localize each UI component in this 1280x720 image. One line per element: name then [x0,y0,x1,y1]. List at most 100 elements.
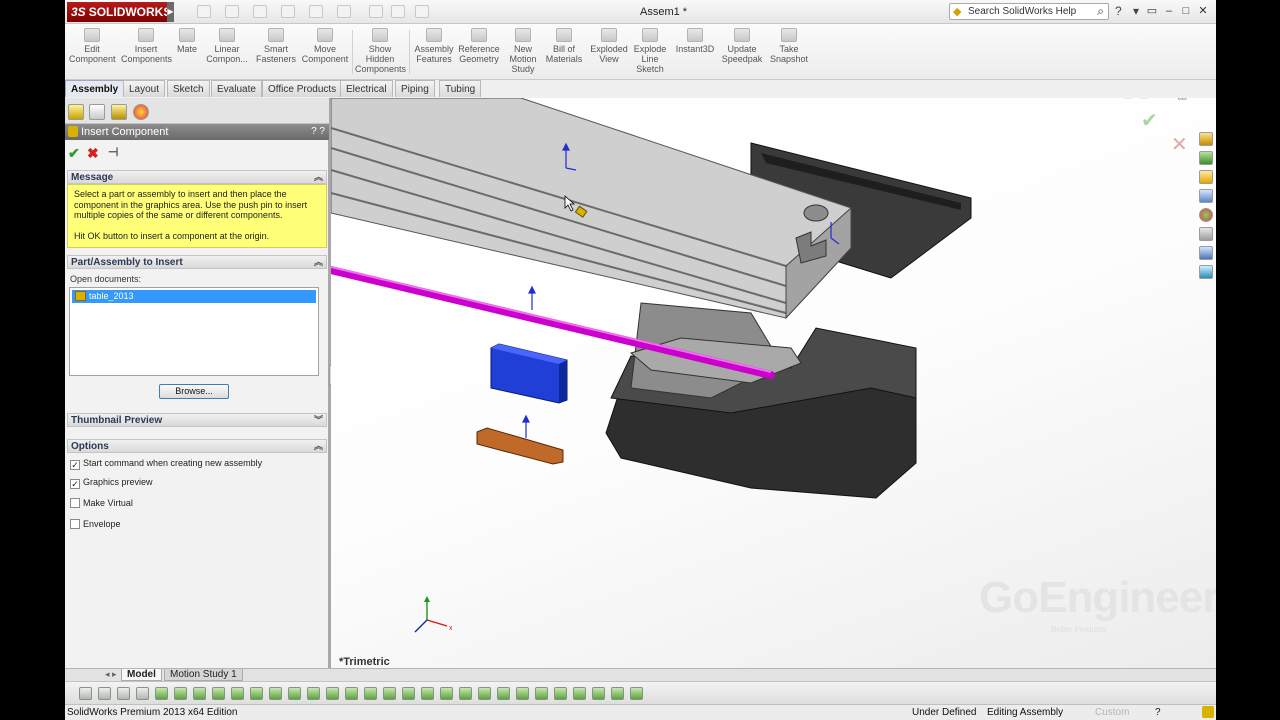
feature-manager-tab-icon[interactable] [68,104,84,120]
mate-button[interactable]: Mate [175,28,199,54]
ok-checkmark-icon[interactable]: ✔ [68,145,80,162]
part-assembly-group-header[interactable]: Part/Assembly to Insert ︽ [67,255,327,269]
bottom-tool-icon[interactable] [231,687,244,700]
help-search-input[interactable]: ◆ Search SolidWorks Help ⌕ [949,3,1109,20]
options-group-header[interactable]: Options ︽ [67,439,327,453]
update-speedpak-button[interactable]: Update Speedpak [721,28,763,64]
bottom-tool-icon[interactable] [269,687,282,700]
tab-piping[interactable]: Piping [395,80,435,97]
new-icon[interactable] [197,5,211,18]
bottom-tool-icon[interactable] [345,687,358,700]
dropdown-icon[interactable]: ▾ [1133,4,1139,18]
status-help-icon[interactable]: ? [1155,705,1161,720]
tab-layout[interactable]: Layout [123,80,166,97]
configuration-manager-tab-icon[interactable] [111,104,127,120]
tab-scroll-arrows-icon[interactable]: ◂ ▸ [105,669,117,680]
bottom-tool-icon[interactable] [630,687,643,700]
bottom-tool-icon[interactable] [193,687,206,700]
option-envelope[interactable]: Envelope [70,519,121,529]
bottom-tool-icon[interactable] [554,687,567,700]
bottom-tool-icon[interactable] [98,687,111,700]
minimize-doc-icon[interactable]: ▭ [1145,4,1159,18]
bottom-tool-icon[interactable] [117,687,130,700]
bottom-tool-icon[interactable] [288,687,301,700]
bottom-tool-icon[interactable] [79,687,92,700]
new-motion-study-button[interactable]: New Motion Study [507,28,539,74]
bottom-tool-icon[interactable] [307,687,320,700]
list-item[interactable]: table_2013 [72,290,316,303]
option-start-command[interactable]: ✓ Start command when creating new assembl… [70,458,262,470]
bottom-tool-icon[interactable] [364,687,377,700]
bottom-tool-icon[interactable] [440,687,453,700]
quick-tips-icon[interactable] [1202,706,1214,718]
maximize-button[interactable]: □ [1179,4,1193,18]
bottom-tool-icon[interactable] [421,687,434,700]
bottom-tool-icon[interactable] [611,687,624,700]
close-button[interactable]: ✕ [1196,4,1210,18]
exploded-view-button[interactable]: Exploded View [589,28,629,64]
edit-component-button[interactable]: Edit Component [69,28,116,64]
bottom-tool-icon[interactable] [212,687,225,700]
tab-sketch[interactable]: Sketch [167,80,210,97]
option-graphics-preview[interactable]: ✓ Graphics preview [70,477,153,489]
option-make-virtual[interactable]: Make Virtual [70,498,133,508]
tab-office-products[interactable]: Office Products [262,80,343,97]
print-icon[interactable] [281,5,295,18]
rebuild-icon[interactable] [369,5,383,18]
tab-model[interactable]: Model [121,669,162,681]
display-manager-tab-icon[interactable] [133,104,149,120]
assembly-features-button[interactable]: Assembly Features [413,28,455,64]
solidworks-logo[interactable]: 3S SOLIDWORKS [67,2,171,22]
help-icon[interactable]: ? [1115,4,1122,18]
push-pin-icon[interactable]: ⊣ [108,145,118,159]
bottom-tool-icon[interactable] [516,687,529,700]
bottom-tool-icon[interactable] [383,687,396,700]
tab-evaluate[interactable]: Evaluate [211,80,262,97]
bill-of-materials-button[interactable]: Bill of Materials [543,28,585,64]
minimize-button[interactable]: – [1162,4,1176,18]
message-line: component in the graphics area. Use the … [74,199,308,210]
tab-tubing[interactable]: Tubing [439,80,482,97]
tab-electrical[interactable]: Electrical [340,80,393,97]
undo-icon[interactable] [309,5,323,18]
save-icon[interactable] [253,5,267,18]
linear-pattern-button[interactable]: Linear Compon... [205,28,249,64]
property-manager-tab-icon[interactable] [89,104,105,120]
bottom-tool-icon[interactable] [402,687,415,700]
bottom-tool-icon[interactable] [573,687,586,700]
tab-motion-study[interactable]: Motion Study 1 [164,669,243,681]
pm-help-icon[interactable]: ? ? [311,124,325,140]
smart-fasteners-button[interactable]: Smart Fasteners [253,28,299,64]
insert-components-button[interactable]: Insert Components [121,28,172,64]
file-properties-icon[interactable] [391,5,405,18]
open-documents-list[interactable]: table_2013 [69,287,319,376]
bottom-tool-icon[interactable] [459,687,472,700]
message-group-header[interactable]: Message ︽ [67,170,327,184]
open-icon[interactable] [225,5,239,18]
search-icon[interactable]: ⌕ [1097,4,1104,19]
bottom-tool-icon[interactable] [535,687,548,700]
show-hidden-components-button[interactable]: Show Hidden Components [355,28,406,74]
take-snapshot-button[interactable]: Take Snapshot [767,28,811,64]
bottom-tool-icon[interactable] [497,687,510,700]
graphics-area[interactable]: ⊕ ⊞ ↶ ◫ ▣ ◧ ◍ ● ▲ ▤ ⊟ ⊞ ▭ ◱ ✕ ✔ ✕ [331,98,1216,668]
move-component-button[interactable]: Move Component [301,28,349,64]
select-icon[interactable] [337,5,351,18]
tab-assembly[interactable]: Assembly [65,80,125,97]
thumbnail-preview-group-header[interactable]: Thumbnail Preview ︾ [67,413,327,427]
bottom-tool-icon[interactable] [136,687,149,700]
menu-arrow-icon[interactable]: ▶ [167,2,174,22]
bottom-tool-icon[interactable] [478,687,491,700]
bottom-tool-icon[interactable] [155,687,168,700]
units-custom[interactable]: Custom [1095,705,1129,720]
cancel-x-icon[interactable]: ✖ [87,145,99,162]
options-icon[interactable] [415,5,429,18]
browse-button[interactable]: Browse... [159,384,229,399]
bottom-tool-icon[interactable] [174,687,187,700]
bottom-tool-icon[interactable] [326,687,339,700]
reference-geometry-button[interactable]: Reference Geometry [457,28,501,64]
explode-line-sketch-button[interactable]: Explode Line Sketch [631,28,669,74]
instant3d-button[interactable]: Instant3D [673,28,717,54]
bottom-tool-icon[interactable] [592,687,605,700]
bottom-tool-icon[interactable] [250,687,263,700]
